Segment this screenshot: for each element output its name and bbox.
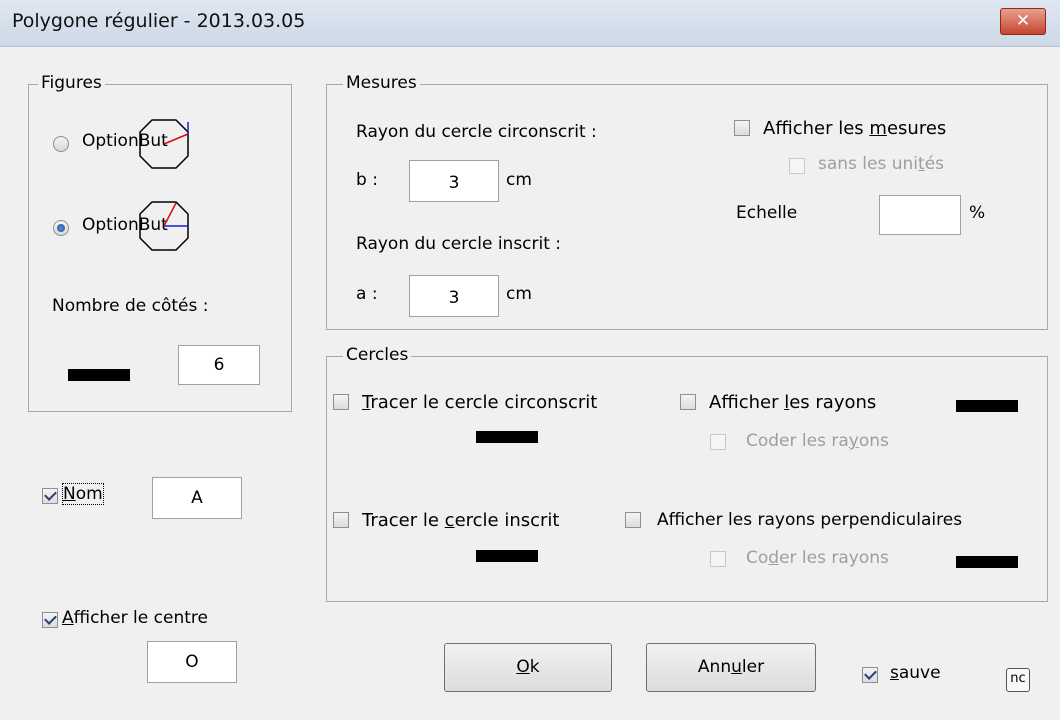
close-button[interactable]: ✕ <box>1000 8 1046 35</box>
nc-label: nc <box>1010 671 1026 686</box>
polygon-preview-2-icon <box>139 201 189 251</box>
show-perpendicular-radii-checkbox[interactable] <box>625 512 641 528</box>
a-input[interactable]: 3 <box>409 275 499 317</box>
show-perpendicular-radii-label[interactable]: Afficher les rayons perpendiculaires <box>657 510 962 530</box>
window-title: Polygone régulier - 2013.03.05 <box>12 10 306 32</box>
nc-button[interactable]: nc <box>1006 668 1030 692</box>
trace-inscribed-label[interactable]: Tracer le cercle inscrit <box>362 510 560 531</box>
scale-label: Echelle <box>736 203 798 223</box>
code-radii-2-label[interactable]: Coder les rayons <box>746 548 889 568</box>
code-radii-1-checkbox[interactable] <box>710 434 726 450</box>
code-radii-2-checkbox[interactable] <box>710 551 726 567</box>
figure-option-2-radio[interactable] <box>53 220 69 236</box>
cercles-legend: Cercles <box>343 345 412 365</box>
show-radii-label[interactable]: Afficher les rayons <box>709 392 876 413</box>
ok-button[interactable]: Ok <box>444 643 612 692</box>
no-units-label[interactable]: sans les unités <box>818 154 944 174</box>
close-icon: ✕ <box>1015 11 1031 31</box>
trace-inscribed-checkbox[interactable] <box>333 512 349 528</box>
a-label: a : <box>356 284 378 304</box>
show-measures-label[interactable]: Afficher les mesures <box>763 118 946 139</box>
b-label: b : <box>356 170 378 190</box>
polygon-color-swatch[interactable] <box>68 369 130 381</box>
inscribed-color-swatch[interactable] <box>476 550 538 562</box>
sauve-checkbox[interactable] <box>862 667 878 683</box>
scale-input[interactable] <box>879 195 961 235</box>
sides-label: Nombre de côtés : <box>52 296 209 316</box>
nom-label[interactable]: Nom <box>62 483 104 505</box>
inscribed-radius-label: Rayon du cercle inscrit : <box>356 234 562 254</box>
centre-input[interactable]: O <box>147 641 237 683</box>
b-unit: cm <box>506 170 532 190</box>
trace-circumscribed-label[interactable]: Tracer le cercle circonscrit <box>362 392 597 413</box>
figure-option-1-radio[interactable] <box>53 136 69 152</box>
cancel-button[interactable]: Annuler <box>646 643 816 692</box>
circumscribed-radius-label: Rayon du cercle circonscrit : <box>356 122 597 142</box>
centre-label[interactable]: Afficher le centre <box>62 608 208 628</box>
show-measures-checkbox[interactable] <box>734 120 750 136</box>
scale-unit: % <box>969 203 986 223</box>
figures-legend: Figures <box>38 73 105 93</box>
no-units-checkbox[interactable] <box>789 158 805 174</box>
polygon-preview-1-icon <box>139 119 189 169</box>
b-input[interactable]: 3 <box>409 160 499 202</box>
centre-checkbox[interactable] <box>42 612 58 628</box>
show-radii-checkbox[interactable] <box>680 394 696 410</box>
sides-input[interactable]: 6 <box>178 345 260 385</box>
circumscribed-color-swatch[interactable] <box>476 431 538 443</box>
sauve-label[interactable]: sauve <box>890 663 941 683</box>
title-bar: Polygone régulier - 2013.03.05 ✕ <box>0 0 1060 47</box>
nom-checkbox[interactable] <box>42 488 58 504</box>
radii-color-swatch[interactable] <box>956 400 1018 412</box>
perpendicular-radii-color-swatch[interactable] <box>956 556 1018 568</box>
trace-circumscribed-checkbox[interactable] <box>333 394 349 410</box>
mesures-legend: Mesures <box>343 73 420 93</box>
code-radii-1-label[interactable]: Coder les rayons <box>746 431 889 451</box>
nom-input[interactable]: A <box>152 477 242 519</box>
a-unit: cm <box>506 284 532 304</box>
